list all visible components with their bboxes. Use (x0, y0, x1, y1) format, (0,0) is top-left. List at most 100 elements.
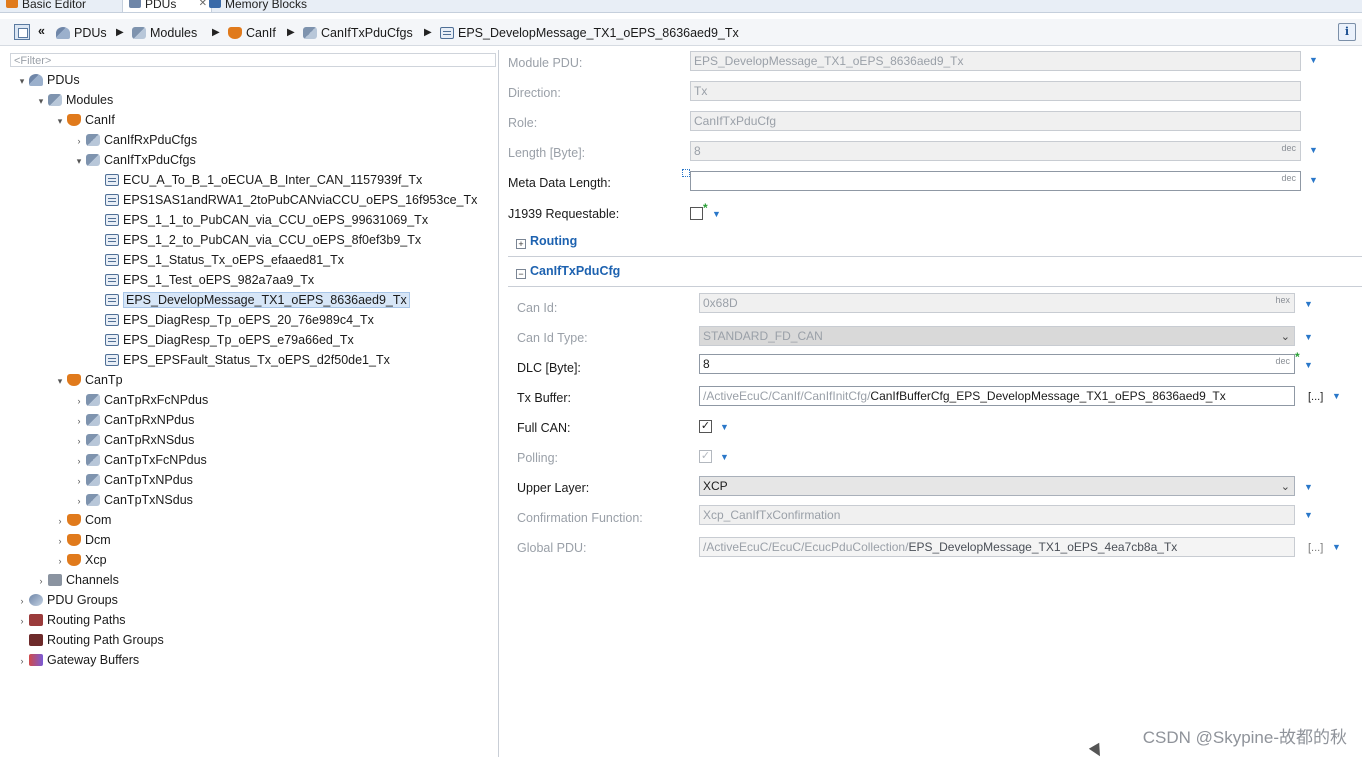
collapse-arrow-icon[interactable]: › (15, 652, 29, 670)
tree-item[interactable]: ▾ CanIf (53, 111, 115, 129)
dropdown-arrow-icon[interactable]: ▼ (1304, 482, 1313, 492)
tab-basic-editor[interactable]: Basic Editor (0, 0, 128, 12)
collapse-arrow-icon[interactable]: › (53, 532, 67, 550)
collapse-arrow-icon[interactable]: › (53, 552, 67, 570)
caniftxpducfg-section-title[interactable]: CanIfTxPduCfg (530, 264, 620, 278)
collapse-arrow-icon[interactable]: › (53, 512, 67, 530)
tree-item[interactable]: › CanTpRxNSdus (72, 431, 195, 450)
tree-item[interactable]: › CanTpRxNPdus (72, 411, 195, 430)
dropdown-arrow-icon[interactable]: ▼ (1332, 391, 1341, 401)
marker-icon (682, 169, 690, 177)
collapse-arrow-icon[interactable]: › (72, 452, 86, 470)
breadcrumb-item-pdus[interactable]: PDUs (56, 25, 107, 41)
upper-layer-select[interactable]: XCP ⌄ (699, 476, 1295, 496)
filter-input[interactable]: <Filter> (10, 53, 496, 67)
tree-item[interactable]: › CanIfRxPduCfgs (72, 131, 198, 150)
memory-blocks-icon (209, 0, 221, 8)
tree-item[interactable]: Routing Path Groups (15, 631, 164, 649)
tab-memory-blocks[interactable]: Memory Blocks (203, 0, 351, 12)
collapse-arrow-icon[interactable]: › (72, 392, 86, 410)
breadcrumb-item-caniftxpducfgs[interactable]: CanIfTxPduCfgs (303, 25, 413, 41)
expand-arrow-icon[interactable]: ▾ (34, 92, 48, 110)
tree-item-label: EPS_DevelopMessage_TX1_oEPS_8636aed9_Tx (123, 292, 410, 308)
tree-item[interactable]: ECU_A_To_B_1_oECUA_B_Inter_CAN_1157939f_… (91, 171, 422, 189)
expand-arrow-icon[interactable]: ▾ (53, 112, 67, 130)
tree-item[interactable]: › CanTpTxFcNPdus (72, 451, 207, 469)
tree-item[interactable]: EPS_1_1_to_PubCAN_via_CCU_oEPS_99631069_… (91, 211, 428, 229)
expand-arrow-icon[interactable]: ▾ (53, 372, 67, 390)
collapse-arrow-icon[interactable]: › (72, 412, 86, 430)
tree-item-label: CanIf (85, 113, 115, 127)
tab-pdus[interactable]: PDUs ✕ (122, 0, 212, 12)
tree-item-label: EPS1SAS1andRWA1_2toPubCANviaCCU_oEPS_16f… (123, 193, 478, 207)
dlc-input[interactable]: 8 dec (699, 354, 1295, 374)
dropdown-arrow-icon[interactable]: ▼ (1304, 510, 1313, 520)
dropdown-arrow-icon[interactable]: ▼ (1332, 542, 1341, 552)
dropdown-arrow-icon[interactable]: ▼ (1309, 55, 1318, 65)
collapse-arrow-icon[interactable]: › (34, 572, 48, 590)
collapse-arrow-icon[interactable]: › (15, 592, 29, 610)
global-pdu-field: /ActiveEcuC/EcuC/EcucPduCollection/EPS_D… (699, 537, 1295, 557)
collapse-arrow-icon[interactable]: › (15, 612, 29, 630)
j1939-requestable-checkbox[interactable] (690, 207, 703, 220)
global-pdu-value: EPS_DevelopMessage_TX1_oEPS_4ea7cb8a_Tx (908, 540, 1178, 554)
tree-item[interactable]: EPS_DiagResp_Tp_oEPS_e79a66ed_Tx (91, 331, 354, 349)
breadcrumb-item-modules[interactable]: Modules (132, 25, 197, 41)
caniftxpducfg-collapse-icon[interactable]: − (516, 269, 526, 279)
expand-arrow-icon[interactable]: ▾ (15, 72, 29, 90)
global-pdu-browse-button[interactable]: [...] (1308, 542, 1323, 554)
tree-item[interactable]: › Xcp (53, 551, 107, 569)
layout-toggle-icon[interactable] (14, 24, 30, 40)
dropdown-arrow-icon[interactable]: ▼ (1309, 145, 1318, 155)
tree-item[interactable]: ▾ PDUs (15, 71, 80, 89)
routing-expand-icon[interactable]: + (516, 239, 526, 249)
meta-data-length-input[interactable]: dec (690, 171, 1301, 191)
dropdown-arrow-icon[interactable]: ▼ (1304, 332, 1313, 342)
dropdown-arrow-icon[interactable]: ▼ (1309, 175, 1318, 185)
tree-item[interactable]: › Routing Paths (15, 611, 126, 629)
info-icon[interactable]: i (1338, 23, 1356, 41)
tab-label: PDUs (145, 0, 177, 11)
tree-item[interactable]: EPS1SAS1andRWA1_2toPubCANviaCCU_oEPS_16f… (91, 191, 477, 209)
role-value: CanIfTxPduCfg (694, 114, 777, 128)
unit-label: dec (1281, 143, 1296, 153)
collapse-arrow-icon[interactable]: › (72, 132, 86, 150)
dropdown-arrow-icon[interactable]: ▼ (720, 422, 729, 432)
collapse-arrow-icon[interactable]: › (72, 472, 86, 490)
dropdown-arrow-icon[interactable]: ▼ (1304, 360, 1313, 370)
tree-item[interactable]: ▾ CanIfTxPduCfgs (72, 151, 196, 169)
tree-item[interactable]: › CanTpTxNPdus (72, 471, 193, 489)
tree-item[interactable]: › Channels (34, 571, 119, 589)
tx-buffer-field[interactable]: /ActiveEcuC/CanIf/CanIfInitCfg/CanIfBuff… (699, 386, 1295, 406)
tree-item[interactable]: › Dcm (53, 531, 111, 549)
expand-arrow-icon[interactable]: ▾ (72, 152, 86, 170)
tree-item-label: CanIfRxPduCfgs (104, 133, 198, 147)
tree-item[interactable]: › Gateway Buffers (15, 651, 140, 670)
tree-item[interactable]: › PDU Groups (15, 591, 118, 609)
direction-value: Tx (694, 84, 708, 98)
tree-item[interactable]: EPS_1_Status_Tx_oEPS_efaaed81_Tx (91, 251, 344, 269)
breadcrumb-item-canif[interactable]: CanIf (228, 25, 276, 41)
collapse-arrow-icon[interactable]: › (72, 432, 86, 450)
collapse-arrow-icon[interactable]: › (72, 492, 86, 510)
tree-item[interactable]: › CanTpTxNSdus (72, 491, 193, 509)
tree-item[interactable]: › Com (53, 511, 112, 530)
breadcrumb-item-current[interactable]: EPS_DevelopMessage_TX1_oEPS_8636aed9_Tx (440, 25, 739, 41)
full-can-checkbox[interactable]: ✓ (699, 420, 712, 433)
tree-item[interactable]: › CanTpRxFcNPdus (72, 391, 209, 410)
polling-checkbox: ✓ (699, 450, 712, 463)
dropdown-arrow-icon[interactable]: ▼ (720, 452, 729, 462)
length-label: Length [Byte]: (508, 146, 586, 160)
tx-buffer-browse-button[interactable]: [...] (1308, 391, 1323, 403)
tree-item[interactable]: ▾ Modules (34, 91, 114, 110)
dropdown-arrow-icon[interactable]: ▼ (712, 209, 721, 219)
tree-item[interactable]: EPS_DevelopMessage_TX1_oEPS_8636aed9_Tx (91, 291, 410, 309)
dropdown-arrow-icon[interactable]: ▼ (1304, 299, 1313, 309)
routing-section-title[interactable]: Routing (530, 234, 577, 248)
tree-item[interactable]: EPS_DiagResp_Tp_oEPS_20_76e989c4_Tx (91, 311, 374, 329)
tree-item[interactable]: EPS_1_Test_oEPS_982a7aa9_Tx (91, 271, 314, 289)
tree-item[interactable]: EPS_1_2_to_PubCAN_via_CCU_oEPS_8f0ef3b9_… (91, 231, 421, 249)
tree-item[interactable]: EPS_EPSFault_Status_Tx_oEPS_d2f50de1_Tx (91, 351, 390, 369)
back-chevron-icon[interactable]: « (38, 23, 45, 39)
tree-item[interactable]: ▾ CanTp (53, 371, 123, 389)
